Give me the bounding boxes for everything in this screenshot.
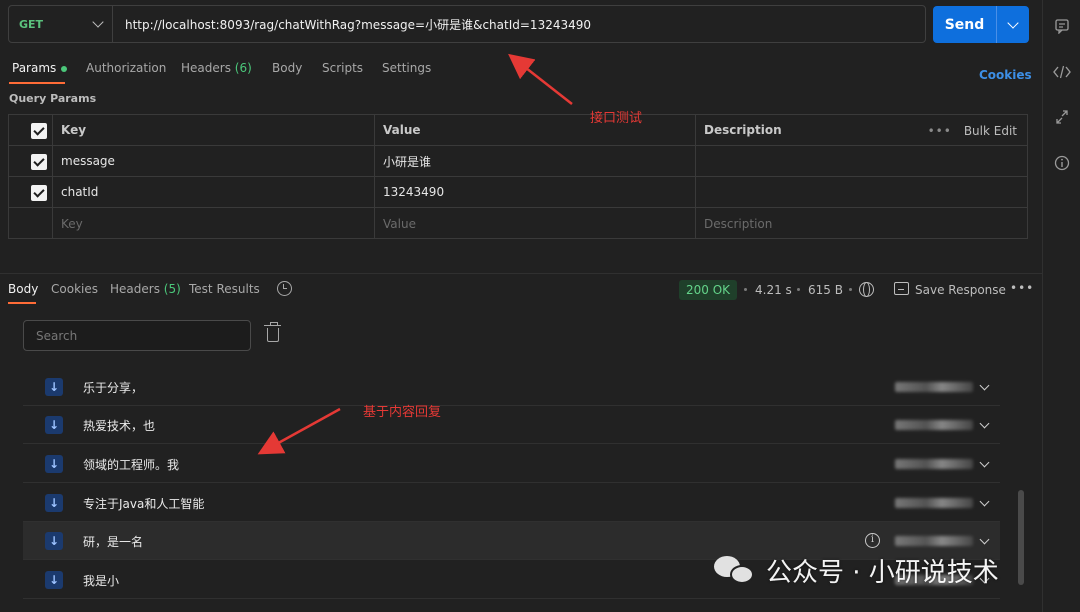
annotation-arrows xyxy=(257,53,573,455)
annotation-arrow-url xyxy=(508,53,573,105)
annotation-label-content-reply: 基于内容回复 xyxy=(363,405,442,420)
annotation-label-api-test: 接口测试 xyxy=(590,111,643,126)
watermark-text: 公众号 · 小研说技术 xyxy=(766,557,999,588)
watermark: 公众号 · 小研说技术 xyxy=(714,552,999,588)
wechat-logo-icon xyxy=(714,554,756,586)
annotation-arrow-response xyxy=(257,407,341,455)
